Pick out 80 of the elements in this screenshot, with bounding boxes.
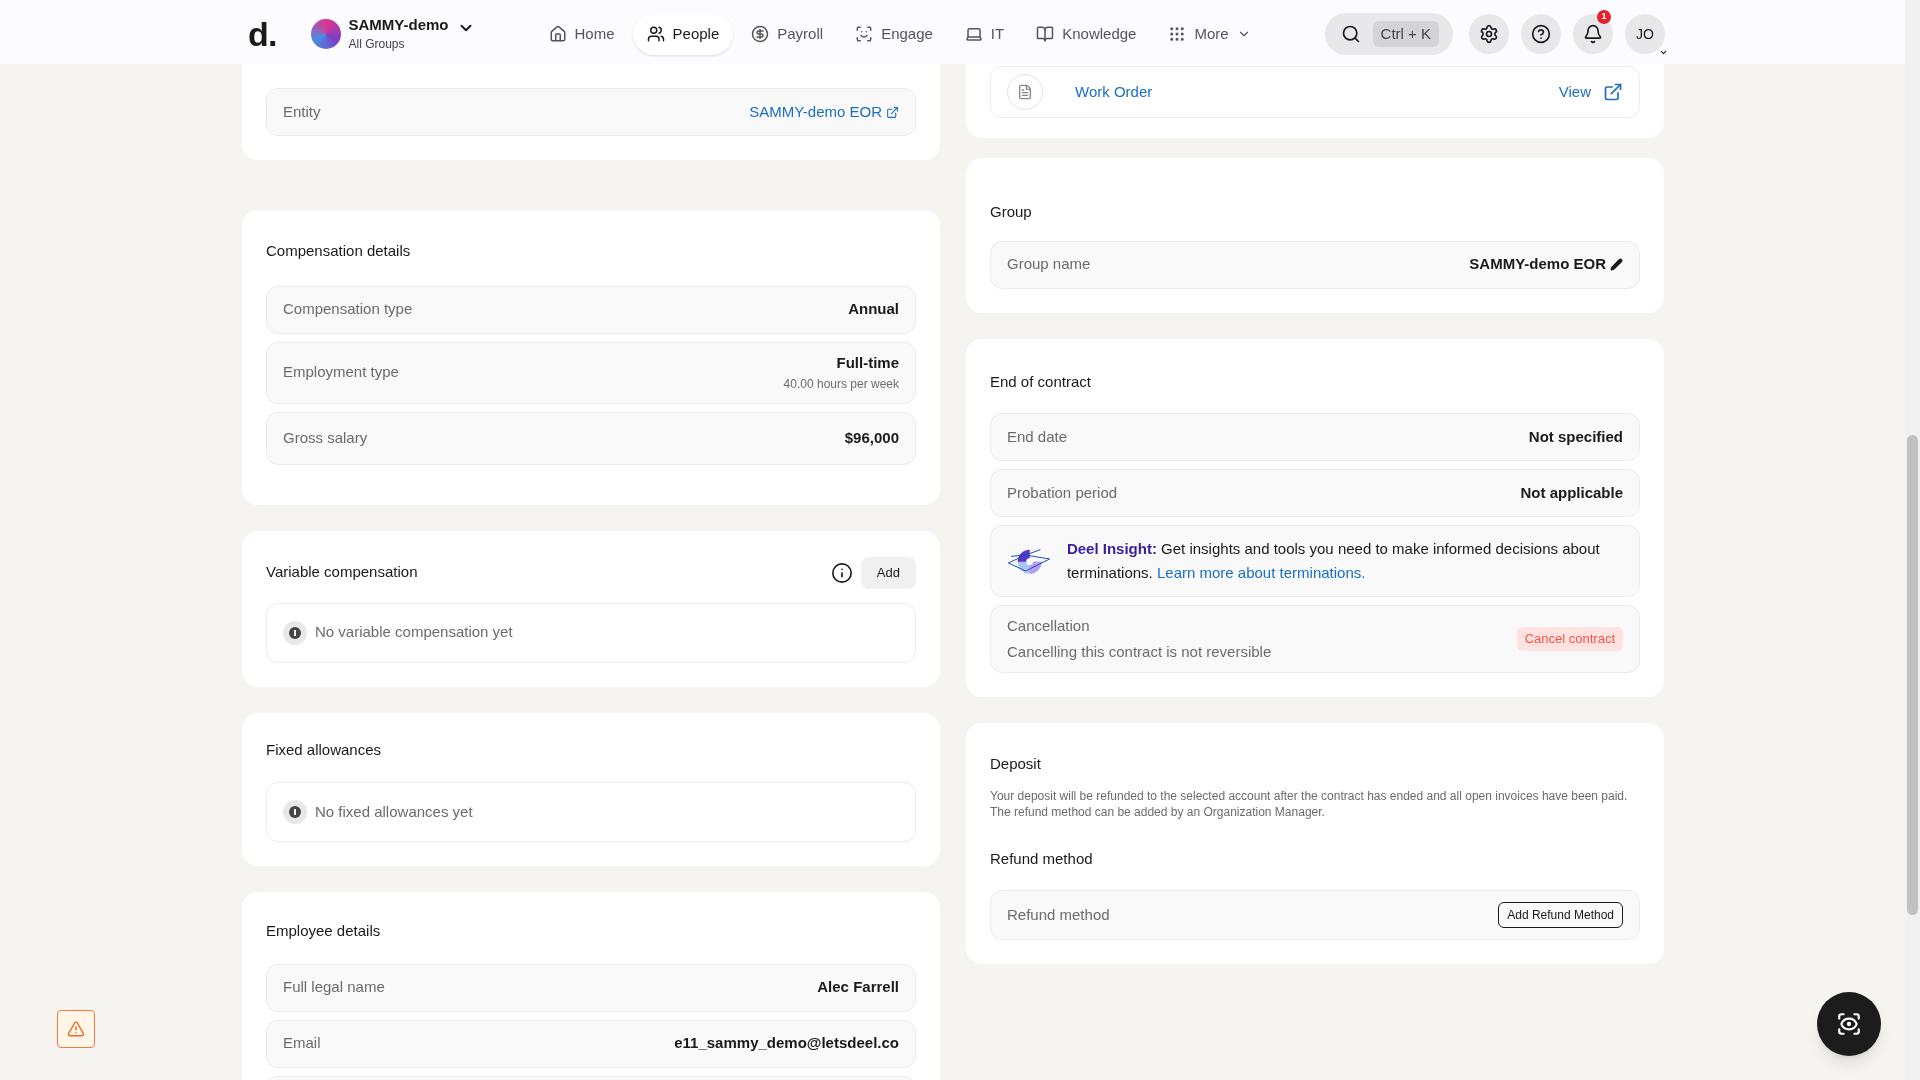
section-title: Fixed allowances xyxy=(266,739,383,760)
settings-button[interactable] xyxy=(1469,14,1509,54)
section-title: Deposit xyxy=(990,754,1042,774)
empty-message: No fixed allowances yet xyxy=(315,801,473,822)
book-icon xyxy=(1036,25,1055,43)
section-title: Compensation details xyxy=(266,241,412,261)
help-button[interactable] xyxy=(1521,14,1561,54)
warning-button[interactable] xyxy=(57,1010,95,1048)
search-icon xyxy=(1340,24,1361,44)
row-label: Group name xyxy=(1007,254,1091,275)
laptop-icon xyxy=(964,25,983,43)
scrollbar-thumb[interactable] xyxy=(1907,435,1918,915)
row-label: Full legal name xyxy=(283,977,385,998)
section-title: Variable compensation xyxy=(266,562,418,583)
row-label: Refund method xyxy=(1007,904,1110,925)
row-label: Cancellation xyxy=(1007,615,1091,636)
nav-tab[interactable]: Engage xyxy=(841,13,947,55)
home-icon xyxy=(548,25,567,43)
warning-icon xyxy=(67,1020,85,1038)
row-value: SAMMY-demo EOR xyxy=(1469,254,1606,275)
section-title: Group xyxy=(990,202,1033,222)
add-button[interactable]: Add xyxy=(860,556,916,589)
settings-icon xyxy=(1479,24,1499,44)
row-value: e11_sammy_demo@letsdeel.co xyxy=(674,1033,899,1054)
insight-text: Deel Insight: Get insights and tools you need to make informed decisions about terminations. Learn more about terminations. xyxy=(1066,539,1601,583)
row-label: Compensation type xyxy=(283,299,413,320)
org-subtitle: All Groups xyxy=(348,36,406,53)
row-value: Full-time xyxy=(836,353,899,374)
row-label: Email xyxy=(283,1033,321,1054)
nav-tab[interactable]: People xyxy=(632,13,734,55)
empty-message: No variable compensation yet xyxy=(315,622,513,643)
face-frame-icon xyxy=(855,25,874,43)
row-label: Probation period xyxy=(1007,482,1118,503)
document-link[interactable]: Work Order xyxy=(1075,80,1153,104)
row-value: Not applicable xyxy=(1520,482,1623,503)
nav-tab[interactable]: Payroll xyxy=(737,13,838,55)
bell-icon xyxy=(1583,24,1603,44)
grid-icon xyxy=(1168,25,1187,43)
row-value: $96,000 xyxy=(844,427,899,448)
entity-link[interactable]: SAMMY-demo EOR xyxy=(749,100,899,124)
dollar-coin-icon xyxy=(751,25,770,43)
row-label: End date xyxy=(1007,426,1068,447)
notification-badge: 1 xyxy=(1597,10,1611,24)
deposit-description: Your deposit will be refunded to the selected account after the contract has ended and all open invoices have been paid. The refund method can be added by an Organization Manager. xyxy=(990,787,1629,820)
nav-tab[interactable]: Knowledge xyxy=(1022,13,1151,55)
row-label: Gross salary xyxy=(283,427,368,448)
nav-tab[interactable]: More xyxy=(1154,13,1265,55)
row-value: Annual xyxy=(848,299,899,320)
scrollbar[interactable] xyxy=(1905,0,1920,1080)
chevron-down-icon xyxy=(1659,48,1668,57)
org-avatar xyxy=(310,19,341,49)
add-refund-method-button[interactable]: Add Refund Method xyxy=(1498,902,1623,928)
row-value: Alec Farrell xyxy=(817,977,899,998)
view-link[interactable]: View xyxy=(1558,80,1623,104)
people-icon xyxy=(646,25,665,43)
external-link-icon xyxy=(886,105,899,119)
row-note: 40.00 hours per week xyxy=(783,375,899,393)
info-icon xyxy=(283,800,307,824)
help-icon xyxy=(1531,24,1551,44)
external-link-icon xyxy=(1603,82,1623,102)
row-label: Employment type xyxy=(283,362,399,383)
terminations-link[interactable]: Learn more about terminations. xyxy=(1156,564,1366,581)
org-name[interactable]: SAMMY-demo xyxy=(348,15,449,35)
shortcut-key: Ctrl + K xyxy=(1372,20,1439,48)
row-label: Entity xyxy=(283,101,321,122)
section-title: End of contract xyxy=(990,371,1092,392)
search-button[interactable]: Ctrl + K xyxy=(1324,13,1453,55)
nav-tab[interactable]: IT xyxy=(950,13,1019,55)
section-title: Employee details xyxy=(266,921,382,941)
edit-icon[interactable] xyxy=(1610,258,1623,271)
nav-tab[interactable]: Home xyxy=(534,13,629,55)
user-avatar[interactable]: JO xyxy=(1625,14,1665,54)
row-value: Not specified xyxy=(1528,426,1623,447)
floating-action-button[interactable] xyxy=(1817,992,1881,1056)
eye-scan-icon xyxy=(1836,1011,1862,1037)
info-icon xyxy=(283,620,307,645)
info-icon[interactable] xyxy=(830,561,853,584)
section-title: Refund method xyxy=(990,848,1094,869)
row-note: Cancelling this contract is not reversible xyxy=(1007,642,1272,662)
logo[interactable]: d. xyxy=(248,8,277,60)
